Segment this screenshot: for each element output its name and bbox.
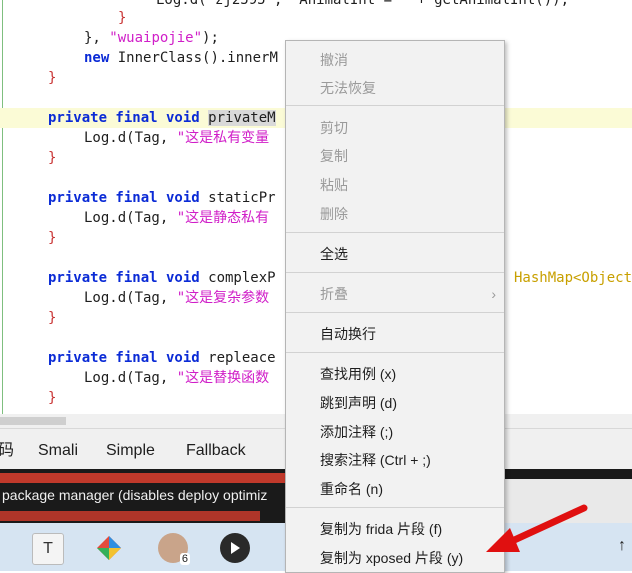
menu-item-go-to-declaration[interactable]: 跳到声明 (d) [286,389,504,417]
code-line: Log.d(Tag, "这是复杂参数 [84,290,270,306]
menu-item-paste[interactable]: 粘贴 [286,171,504,199]
code-line: } [48,70,57,86]
menu-item-delete[interactable]: 删除 [286,200,504,228]
code-line: } [118,10,127,26]
method-declaration: private final void privateM [48,110,276,126]
menu-item-copy-as-frida[interactable]: 复制为 frida 片段 (f) [286,515,504,543]
context-menu: 撤消 无法恢复 剪切 复制 粘贴 删除 全选 折叠 › 自动换行 查找用例 (x)… [285,40,505,573]
chevron-right-icon: › [491,286,496,302]
menu-item-select-all[interactable]: 全选 [286,240,504,268]
menu-separator [286,105,504,106]
menu-item-copy-as-xposed[interactable]: 复制为 xposed 片段 (y) [286,544,504,572]
menu-item-fold[interactable]: 折叠 › [286,280,504,308]
menu-separator [286,312,504,313]
code-line: Log.d(Tag, "这是静态私有 [84,210,270,226]
code-line: Log.d(Tag, "这是替换函数 [84,370,270,386]
menu-item-word-wrap[interactable]: 自动换行 [286,320,504,348]
menu-item-add-comment[interactable]: 添加注释 (;) [286,418,504,446]
code-line: new InnerClass().innerM [84,50,278,66]
media-player-icon[interactable] [220,533,250,563]
scrollbar-thumb[interactable] [0,417,66,425]
menu-separator [286,507,504,508]
code-line: } [48,230,57,246]
menu-item-search-comments[interactable]: 搜索注释 (Ctrl + ;) [286,446,504,474]
menu-item-find-usages[interactable]: 查找用例 (x) [286,360,504,388]
tab-code[interactable]: 码 [0,429,14,469]
menu-separator [286,272,504,273]
text-editor-icon-label: T [43,540,53,557]
menu-item-redo[interactable]: 无法恢复 [286,74,504,102]
up-arrow-icon[interactable]: ↑ [618,537,626,555]
tab-fallback[interactable]: Fallback [186,429,246,469]
console-message: package manager (disables deploy optimiz [2,487,268,503]
console-red-bar [0,473,300,483]
menu-item-undo[interactable]: 撤消 [286,46,504,74]
menu-item-rename[interactable]: 重命名 (n) [286,475,504,503]
gemini-icon[interactable] [94,533,124,563]
notification-badge: 6 [179,553,190,565]
console-red-bar [0,511,260,521]
method-declaration: private final void complexP [48,270,276,286]
method-declaration: private final void repleace [48,350,276,366]
code-line: }, "wuaipojie"); [84,30,219,46]
menu-item-copy[interactable]: 复制 [286,142,504,170]
code-line: } [48,150,57,166]
avatar-app-icon[interactable]: 6 [158,533,190,565]
code-line: Log.d(Tag, "这是私有变量 [84,130,270,146]
tab-simple[interactable]: Simple [106,429,155,469]
menu-separator [286,352,504,353]
code-line: } [48,310,57,326]
menu-item-cut[interactable]: 剪切 [286,114,504,142]
gutter-line [2,0,3,414]
method-declaration: private final void staticPr [48,190,276,206]
tab-smali[interactable]: Smali [38,429,78,469]
text-editor-icon[interactable]: T [32,533,64,565]
selected-method-name: privateM [208,110,276,126]
code-line: HashMap<Object [514,270,632,286]
annotation-arrow-icon [486,504,588,552]
menu-separator [286,232,504,233]
code-line: Log.d("zj2595", "AnimalInt = " + getAnim… [156,0,570,8]
code-line: } [48,390,57,406]
